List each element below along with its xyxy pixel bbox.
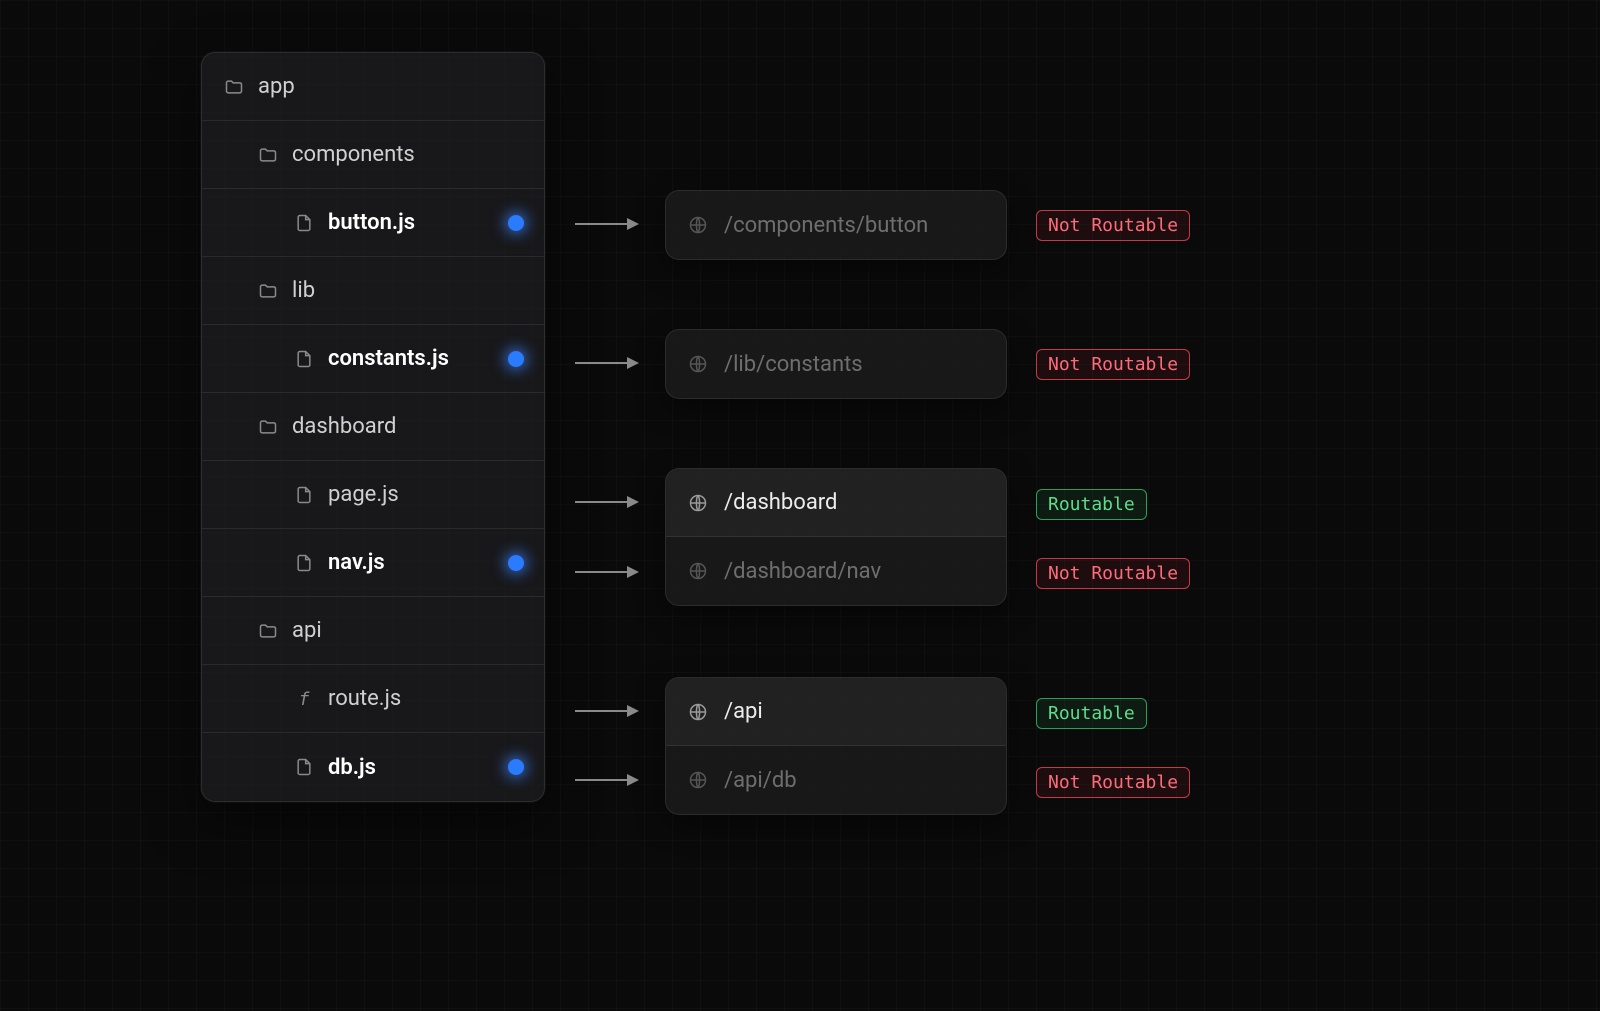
tree-row-lib[interactable]: lib — [202, 257, 544, 325]
tree-row-nav-js[interactable]: nav.js — [202, 529, 544, 597]
folder-icon — [258, 417, 278, 437]
file-icon — [294, 757, 314, 777]
url-card: /dashboard /dashboard/nav — [665, 468, 1007, 606]
tree-row-dashboard[interactable]: dashboard — [202, 393, 544, 461]
colocation-dot-icon — [508, 759, 524, 775]
folder-icon — [224, 77, 244, 97]
file-icon — [294, 553, 314, 573]
tree-label: dashboard — [292, 414, 526, 439]
colocation-dot-icon — [508, 351, 524, 367]
globe-icon — [688, 561, 708, 581]
folder-icon — [258, 281, 278, 301]
url-row: /lib/constants — [666, 330, 1006, 398]
function-icon: f — [294, 689, 314, 709]
url-path: /dashboard/nav — [724, 559, 881, 584]
tree-label: api — [292, 618, 526, 643]
tree-label: lib — [292, 278, 526, 303]
arrow-icon — [575, 571, 637, 573]
tree-label: route.js — [328, 686, 526, 711]
arrow-icon — [575, 223, 637, 225]
tree-label: app — [258, 74, 526, 99]
tree-row-constants-js[interactable]: constants.js — [202, 325, 544, 393]
badge-not-routable: Not Routable — [1036, 349, 1190, 380]
globe-icon — [688, 770, 708, 790]
colocation-dot-icon — [508, 215, 524, 231]
tree-label: constants.js — [328, 346, 494, 371]
tree-label: nav.js — [328, 550, 494, 575]
arrow-icon — [575, 710, 637, 712]
badge-not-routable: Not Routable — [1036, 558, 1190, 589]
tree-row-button-js[interactable]: button.js — [202, 189, 544, 257]
url-card: /components/button — [665, 190, 1007, 260]
globe-icon — [688, 215, 708, 235]
file-icon — [294, 349, 314, 369]
arrow-icon — [575, 501, 637, 503]
tree-row-app[interactable]: app — [202, 53, 544, 121]
url-row: /api — [666, 678, 1006, 746]
url-card: /api /api/db — [665, 677, 1007, 815]
tree-label: components — [292, 142, 526, 167]
globe-icon — [688, 354, 708, 374]
tree-row-db-js[interactable]: db.js — [202, 733, 544, 801]
url-path: /api/db — [724, 768, 797, 793]
badge-routable: Routable — [1036, 698, 1147, 729]
colocation-dot-icon — [508, 555, 524, 571]
badge-not-routable: Not Routable — [1036, 767, 1190, 798]
url-card: /lib/constants — [665, 329, 1007, 399]
tree-label: db.js — [328, 755, 494, 780]
tree-row-route-js[interactable]: f route.js — [202, 665, 544, 733]
url-row: /dashboard — [666, 469, 1006, 537]
url-path: /components/button — [724, 213, 928, 238]
arrow-icon — [575, 362, 637, 364]
globe-icon — [688, 493, 708, 513]
tree-label: page.js — [328, 482, 526, 507]
url-path: /lib/constants — [724, 352, 863, 377]
url-path: /api — [724, 699, 763, 724]
file-icon — [294, 485, 314, 505]
folder-icon — [258, 145, 278, 165]
url-path: /dashboard — [724, 490, 837, 515]
badge-not-routable: Not Routable — [1036, 210, 1190, 241]
file-icon — [294, 213, 314, 233]
tree-row-page-js[interactable]: page.js — [202, 461, 544, 529]
url-row: /dashboard/nav — [666, 537, 1006, 605]
file-tree-panel: app components button.js lib — [201, 52, 545, 802]
url-row: /components/button — [666, 191, 1006, 259]
tree-row-components[interactable]: components — [202, 121, 544, 189]
globe-icon — [688, 702, 708, 722]
folder-icon — [258, 621, 278, 641]
tree-row-api[interactable]: api — [202, 597, 544, 665]
url-row: /api/db — [666, 746, 1006, 814]
arrow-icon — [575, 779, 637, 781]
badge-routable: Routable — [1036, 489, 1147, 520]
tree-label: button.js — [328, 210, 494, 235]
